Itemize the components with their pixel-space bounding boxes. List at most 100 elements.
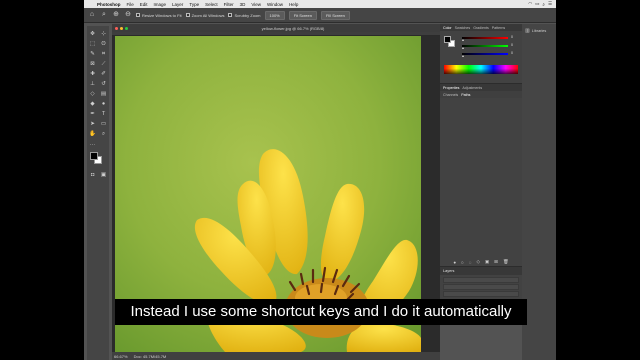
minimize-icon[interactable]	[120, 26, 123, 30]
color-panel: Color Swatches Gradients Patterns 0 0 0	[440, 24, 522, 84]
zoom-tool-icon[interactable]: ⌕	[100, 11, 108, 19]
options-bar: ⌂ ⌕ ⊕ ⊖ Resize Windows to Fit Zoom All W…	[84, 8, 556, 23]
add-mask-icon[interactable]: ▣	[485, 259, 489, 265]
menu-image[interactable]: Image	[151, 2, 170, 7]
crop-tool-icon[interactable]: ⌗	[98, 50, 109, 58]
menu-layer[interactable]: Layer	[169, 2, 186, 7]
window-controls	[112, 26, 128, 30]
tab-paths[interactable]: Paths	[461, 93, 470, 97]
red-slider[interactable]	[462, 37, 508, 41]
color-swatches[interactable]	[87, 151, 109, 167]
paths-actions: ● ○ ◌ ◇ ▣ ⊞ 🗑	[440, 258, 522, 266]
foreground-color-swatch[interactable]	[90, 152, 98, 160]
make-path-icon[interactable]: ◇	[476, 259, 479, 265]
hand-tool-icon[interactable]: ✋	[87, 130, 98, 138]
close-icon[interactable]	[115, 26, 118, 30]
tab-gradients[interactable]: Gradients	[473, 26, 489, 30]
tools-panel: ✥ ⊹ ⬚ ʘ ✎ ⌗ ⊠ ⟋ ✚ ✐ ⊥ ↺ ◇ ▤ ◆ ● ✒ T ➤ ▭ …	[87, 26, 109, 360]
dodge-tool-icon[interactable]: ●	[98, 100, 109, 108]
menu-window[interactable]: Window	[264, 2, 286, 7]
resize-windows-label: Resize Windows to Fit	[142, 12, 182, 18]
zoom-out-icon[interactable]: ⊖	[124, 11, 132, 19]
eraser-tool-icon[interactable]: ◇	[87, 90, 98, 98]
menu-file[interactable]: File	[124, 2, 137, 7]
layers-panel-title[interactable]: Layers	[440, 267, 522, 275]
type-tool-icon[interactable]: T	[98, 110, 109, 118]
document-size: Doc: 45.7M/45.7M	[133, 353, 167, 359]
layer-filter-row[interactable]	[443, 277, 519, 283]
screen-mode-icon[interactable]: ▣	[98, 171, 109, 179]
delete-path-icon[interactable]: 🗑	[503, 259, 509, 265]
move-tool-icon[interactable]: ✥	[87, 30, 98, 38]
libraries-dock: ▥ Libraries	[522, 24, 556, 360]
color-spectrum[interactable]	[444, 65, 518, 74]
fit-screen-button[interactable]: Fit Screen	[288, 10, 317, 20]
document-tab[interactable]: yellow-flower.jpg @ 66.7% (RGB/8)	[112, 24, 458, 32]
properties-content	[440, 98, 522, 258]
healing-tool-icon[interactable]: ✚	[87, 70, 98, 78]
zoom-all-windows-checkbox[interactable]: Zoom All Windows	[185, 13, 224, 18]
history-brush-tool-icon[interactable]: ↺	[98, 80, 109, 88]
menu-extras: ◠ ▭ ⌕ ☰	[528, 1, 556, 7]
green-slider[interactable]	[462, 45, 508, 49]
blend-mode-row[interactable]	[443, 284, 519, 290]
menu-select[interactable]: Select	[202, 2, 221, 7]
wifi-icon[interactable]: ◠	[528, 1, 532, 7]
shape-tool-icon[interactable]: ▭	[98, 120, 109, 128]
lock-row[interactable]	[443, 291, 519, 297]
menu-edit[interactable]: Edit	[137, 2, 151, 7]
tab-properties[interactable]: Properties	[443, 86, 459, 90]
clone-stamp-tool-icon[interactable]: ⊥	[87, 80, 98, 88]
zoom-in-icon[interactable]: ⊕	[112, 11, 120, 19]
libraries-icon: ▥	[525, 28, 530, 34]
menu-filter[interactable]: Filter	[221, 2, 237, 7]
load-selection-icon[interactable]: ◌	[469, 260, 472, 265]
new-path-icon[interactable]: ⊞	[494, 259, 498, 265]
zoom-status[interactable]: 66.67%	[114, 354, 128, 359]
search-icon[interactable]: ⌕	[542, 2, 545, 7]
tab-adjustments[interactable]: Adjustments	[462, 86, 482, 90]
eyedropper-tool-icon[interactable]: ⟋	[98, 60, 109, 68]
scrubby-zoom-checkbox[interactable]: Scrubby Zoom	[228, 13, 261, 18]
menu-type[interactable]: Type	[186, 2, 202, 7]
quick-select-tool-icon[interactable]: ✎	[87, 50, 98, 58]
battery-icon[interactable]: ▭	[535, 1, 539, 7]
panel-foreground-swatch[interactable]	[444, 36, 451, 43]
fill-screen-button[interactable]: Fill Screen	[320, 10, 350, 20]
zoom-100-button[interactable]: 100%	[264, 10, 285, 20]
home-icon[interactable]: ⌂	[88, 11, 96, 19]
tab-swatches[interactable]: Swatches	[455, 26, 471, 30]
zoom-tool-icon[interactable]: ⌕	[98, 130, 109, 138]
resize-windows-checkbox[interactable]: Resize Windows to Fit	[136, 13, 182, 18]
menu-view[interactable]: View	[248, 2, 264, 7]
frame-tool-icon[interactable]: ⊠	[87, 60, 98, 68]
tab-color[interactable]: Color	[443, 26, 452, 30]
lasso-tool-icon[interactable]: ʘ	[98, 40, 109, 48]
red-value[interactable]: 0	[511, 35, 513, 39]
pen-tool-icon[interactable]: ✒	[87, 110, 98, 118]
brush-tool-icon[interactable]: ✐	[98, 70, 109, 78]
fill-path-icon[interactable]: ●	[453, 260, 456, 265]
path-select-tool-icon[interactable]: ➤	[87, 120, 98, 128]
menu-photoshop[interactable]: Photoshop	[94, 2, 124, 7]
quick-mask-icon[interactable]: ◘	[87, 171, 98, 179]
blur-tool-icon[interactable]: ◆	[87, 100, 98, 108]
status-bar: 66.67% Doc: 45.7M/45.7M	[112, 352, 458, 360]
properties-panel: Properties Adjustments Channels Paths ● …	[440, 84, 522, 267]
green-value[interactable]: 0	[511, 43, 513, 47]
menu-help[interactable]: Help	[286, 2, 301, 7]
menu-3d[interactable]: 3D	[237, 2, 249, 7]
blue-slider[interactable]	[462, 53, 508, 57]
blank-slot	[98, 140, 109, 148]
edit-toolbar-icon[interactable]: …	[87, 140, 98, 148]
menu-bar: Photoshop File Edit Image Layer Type Sel…	[84, 0, 556, 8]
stroke-path-icon[interactable]: ○	[461, 260, 464, 265]
gradient-tool-icon[interactable]: ▤	[98, 90, 109, 98]
libraries-button[interactable]: ▥ Libraries	[522, 24, 556, 38]
artboard-tool-icon[interactable]: ⊹	[98, 30, 109, 38]
marquee-tool-icon[interactable]: ⬚	[87, 40, 98, 48]
control-center-icon[interactable]: ☰	[548, 1, 552, 7]
tab-patterns[interactable]: Patterns	[492, 26, 505, 30]
tab-channels[interactable]: Channels	[443, 93, 458, 97]
blue-value[interactable]: 0	[511, 51, 513, 55]
